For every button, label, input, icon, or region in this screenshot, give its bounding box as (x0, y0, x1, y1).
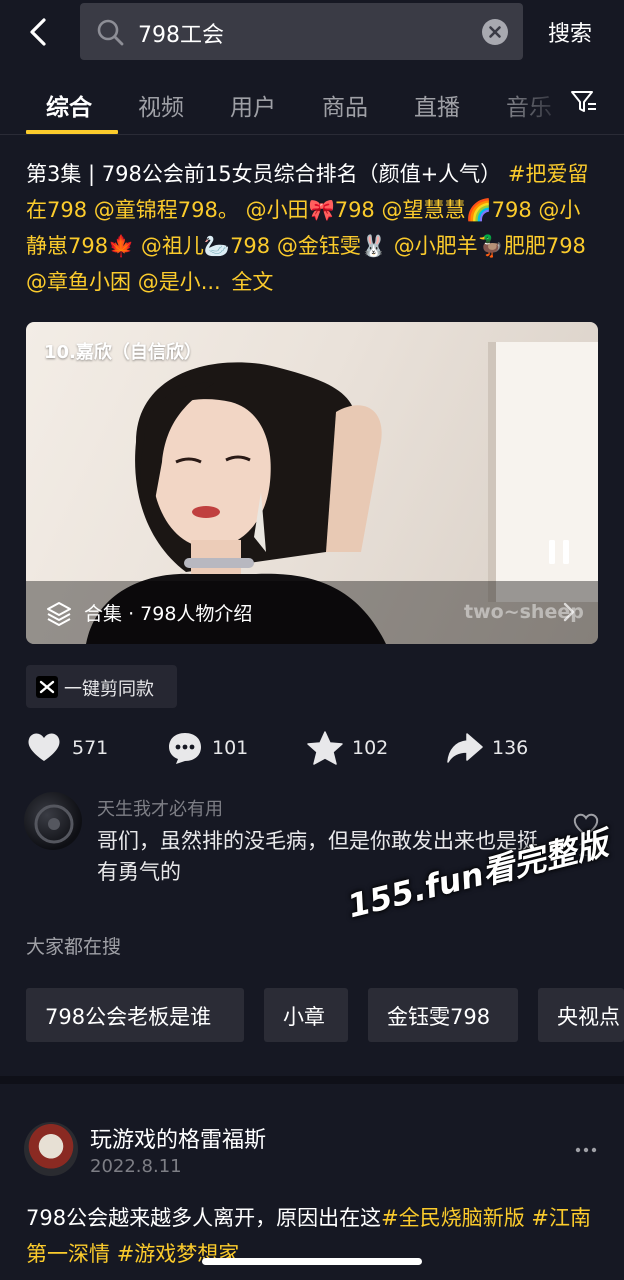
dot-separator: · (128, 603, 141, 625)
tab-users[interactable]: 用户 (230, 88, 276, 122)
search-icon (97, 19, 124, 46)
collection-bar[interactable]: 合集 · 798人物介绍 two~sheep (26, 581, 598, 644)
mention-link[interactable]: @祖儿🦢798 (141, 234, 270, 258)
mention-link[interactable]: @金钰雯🐰 (277, 234, 387, 258)
search-bar[interactable]: 798工会 (80, 3, 523, 60)
expand-fulltext-link[interactable]: 全文 (231, 270, 273, 294)
share-button[interactable]: 136 (446, 730, 536, 768)
caption-text: 798公会越来越多人离开，原因出在这 (26, 1206, 382, 1230)
post-date: 2022.8.11 (90, 1156, 182, 1177)
capcut-icon (36, 676, 58, 698)
suggestions-title: 大家都在搜 (26, 936, 122, 958)
favorite-button[interactable]: 102 (306, 730, 396, 768)
post-caption[interactable]: 第3集 | 798公会前15女员综合排名（颜值+人气） #把爱留在798 @童锦… (26, 156, 600, 300)
tab-live[interactable]: 直播 (414, 88, 460, 122)
heart-icon (28, 733, 60, 761)
chevron-right-icon (563, 602, 575, 622)
mention-link[interactable]: @是小 (138, 270, 201, 294)
section-separator (0, 1076, 624, 1084)
back-button[interactable] (22, 14, 58, 50)
suggestion-chip[interactable]: 金钰雯798 (368, 988, 518, 1042)
comment-count: 101 (212, 737, 249, 759)
video-overlay-label: 10.嘉欣（自信欣） (44, 342, 202, 363)
suggestion-chip[interactable]: 798公会老板是谁 (26, 988, 244, 1042)
tab-comprehensive[interactable]: 综合 (46, 88, 92, 122)
more-dots-icon (575, 1147, 597, 1153)
collection-type: 合集 (84, 603, 123, 625)
comment-icon (169, 733, 201, 764)
home-indicator[interactable] (202, 1258, 422, 1265)
tabs-divider (0, 134, 624, 135)
filter-icon (571, 91, 596, 112)
mention-link[interactable]: @小田🎀798 (246, 198, 375, 222)
layers-icon (47, 602, 71, 626)
mention-link[interactable]: @小肥羊🦆肥肥798 (394, 234, 586, 258)
suggestion-chip[interactable]: 小章 (264, 988, 348, 1042)
share-arrow-icon (447, 733, 483, 763)
caption-ellipsis: ... (200, 270, 221, 294)
capcut-label: 一键剪同款 (64, 679, 154, 700)
like-count: 571 (72, 737, 109, 759)
author-name[interactable]: 玩游戏的格雷福斯 (90, 1122, 266, 1154)
star-icon (307, 731, 343, 765)
clear-search-button[interactable] (482, 19, 508, 45)
tab-fade (490, 82, 570, 122)
caption-text: 第3集 | 798公会前15女员综合排名（颜值+人气） (26, 162, 502, 186)
search-submit-button[interactable]: 搜索 (548, 16, 592, 48)
tab-products[interactable]: 商品 (322, 88, 368, 122)
capcut-template-button[interactable]: 一键剪同款 (26, 665, 177, 708)
mention-link[interactable]: @望慧慧🌈798 (381, 198, 531, 222)
mention-link[interactable]: @童锦程798。 (94, 198, 239, 222)
collection-label: 合集 · 798人物介绍 (84, 599, 252, 626)
commenter-name[interactable]: 天生我才必有用 (97, 795, 223, 821)
like-button[interactable]: 571 (26, 730, 116, 768)
pause-icon (549, 540, 569, 564)
video-player[interactable]: 10.嘉欣（自信欣） 合集 · 798人物介绍 two~sheep (26, 322, 598, 644)
filter-button[interactable] (570, 89, 598, 115)
hashtag-link[interactable]: #全民烧脑新版 (381, 1206, 525, 1230)
chevron-left-icon (30, 18, 46, 46)
more-options-button[interactable] (574, 1138, 598, 1162)
pause-button[interactable] (546, 538, 572, 566)
commenter-avatar[interactable] (24, 792, 82, 850)
comment-button[interactable]: 101 (166, 730, 256, 768)
mention-link[interactable]: @章鱼小困 (26, 270, 131, 294)
author-avatar[interactable] (24, 1122, 78, 1176)
favorite-count: 102 (352, 737, 389, 759)
tab-videos[interactable]: 视频 (138, 88, 184, 122)
search-input[interactable]: 798工会 (138, 17, 224, 49)
close-icon (489, 26, 501, 38)
share-count: 136 (492, 737, 529, 759)
collection-name: 798人物介绍 (140, 603, 253, 625)
suggestion-chip[interactable]: 央视点 (538, 988, 624, 1042)
